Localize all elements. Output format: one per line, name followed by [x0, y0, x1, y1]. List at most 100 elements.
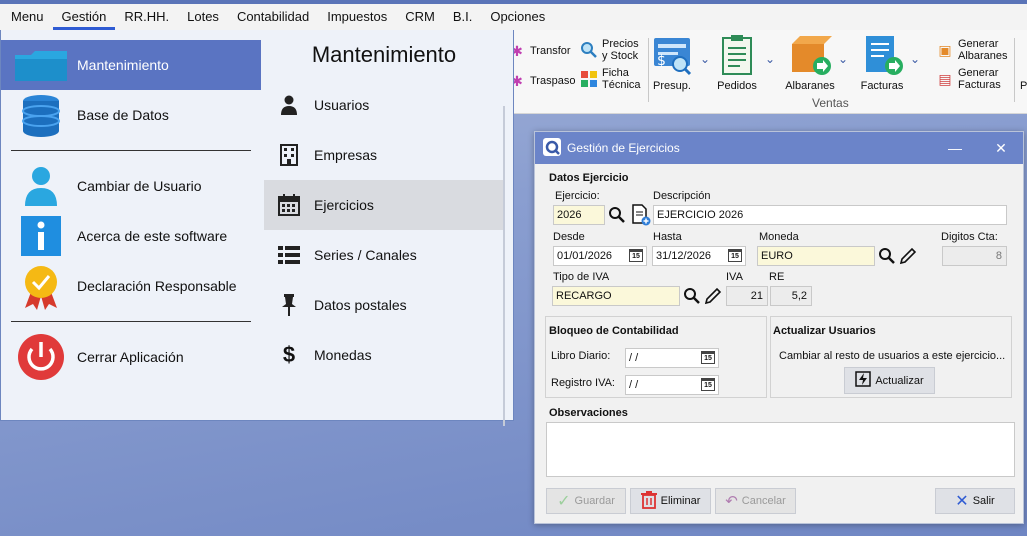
facturas-label: Facturas — [860, 80, 904, 92]
moneda-field[interactable]: EURO — [757, 246, 875, 266]
calendar-icon — [264, 194, 314, 216]
menu-item-cerrar[interactable]: Cerrar Aplicación — [1, 332, 261, 382]
ejercicio-field[interactable]: 2026 — [553, 205, 605, 225]
submenu-title: Mantenimiento — [311, 42, 457, 67]
submenu-item-monedas[interactable]: $ Monedas — [264, 330, 504, 380]
submenu-item-series[interactable]: Series / Canales — [264, 230, 504, 280]
search-icon[interactable] — [608, 206, 628, 226]
menu-lotes[interactable]: Lotes — [178, 4, 228, 30]
pedidos-button[interactable]: ⌄ Pedidos — [707, 34, 775, 92]
menu-item-declaracion[interactable]: Declaración Responsable — [1, 261, 261, 311]
submenu-item-ejercicios[interactable]: Ejercicios — [264, 180, 504, 230]
folder-icon — [13, 43, 69, 87]
albaranes-label: Albaranes — [785, 80, 835, 92]
menu-item-mantenimiento[interactable]: Mantenimiento — [1, 40, 261, 90]
search-icon[interactable] — [878, 247, 898, 267]
menu-bar: Menu Gestión RR.HH. Lotes Contabilidad I… — [0, 4, 1027, 30]
search-icon — [580, 41, 598, 59]
eliminar-button[interactable]: Eliminar — [630, 488, 711, 514]
submenu-item-label: Datos postales — [314, 297, 407, 313]
menu-item-cambiar-usuario[interactable]: Cambiar de Usuario — [1, 161, 261, 211]
menu-contabilidad[interactable]: Contabilidad — [228, 4, 318, 30]
menu-item-label: Mantenimiento — [77, 57, 169, 73]
search-icon[interactable] — [683, 287, 703, 307]
new-document-icon[interactable] — [631, 204, 651, 226]
calendar-picker-icon[interactable]: 15 — [701, 378, 715, 391]
datos-ejercicio-header: Datos Ejercicio — [549, 172, 629, 184]
menu-rrhh[interactable]: RR.HH. — [115, 4, 178, 30]
albaranes-button[interactable]: ⌄ Albaranes — [780, 34, 848, 92]
cancelar-label: Cancelar — [741, 495, 786, 507]
observaciones-textarea[interactable] — [546, 422, 1015, 477]
menu-impuestos[interactable]: Impuestos — [318, 4, 396, 30]
power-icon — [13, 334, 69, 380]
guardar-label: Guardar — [574, 495, 615, 507]
info-icon — [13, 214, 69, 258]
menu-gestion[interactable]: Gestión — [52, 4, 116, 30]
app-logo-icon — [543, 137, 561, 159]
presup-button[interactable]: $ ⌄ Presup. — [642, 34, 710, 92]
budget-icon: $ ⌄ — [650, 34, 710, 76]
facturas-button[interactable]: ⌄ Facturas — [852, 34, 920, 92]
submenu-item-label: Ejercicios — [314, 197, 374, 213]
actualizar-header: Actualizar Usuarios — [773, 325, 876, 337]
calendar-picker-icon[interactable]: 15 — [629, 249, 643, 262]
precios-stock-button[interactable]: Precios y Stock — [580, 38, 644, 62]
pencil-icon[interactable] — [704, 287, 724, 307]
guardar-button[interactable]: ✓ Guardar — [546, 488, 626, 514]
submenu-item-empresas[interactable]: Empresas — [264, 130, 504, 180]
minimize-icon[interactable]: — — [935, 136, 975, 160]
precios-label: Precios y Stock — [602, 38, 639, 62]
user-icon — [13, 164, 69, 208]
calendar-picker-icon[interactable]: 15 — [701, 351, 715, 364]
menu-opciones[interactable]: Opciones — [481, 4, 554, 30]
traspaso-button[interactable]: ✱ Traspaso — [508, 72, 575, 90]
menu-menu[interactable]: Menu — [2, 4, 53, 30]
menu-item-label: Cambiar de Usuario — [77, 178, 202, 194]
submenu-item-label: Empresas — [314, 147, 378, 163]
dialog-title-bar[interactable]: Gestión de Ejercicios — ✕ — [535, 132, 1023, 164]
pencil-icon[interactable] — [899, 247, 919, 267]
chevron-down-icon[interactable]: ⌄ — [910, 52, 920, 66]
re-field[interactable]: 5,2 — [770, 286, 812, 306]
traspaso-label: Traspaso — [530, 75, 576, 87]
menu-item-acerca-de[interactable]: Acerca de este software — [1, 211, 261, 261]
dialog-title: Gestión de Ejercicios — [567, 141, 680, 155]
generate-delivery-icon: ▣ — [938, 42, 952, 58]
digitos-field[interactable]: 8 — [942, 246, 1007, 266]
menu-crm[interactable]: CRM — [396, 4, 444, 30]
pedidos-label: Pedidos — [717, 80, 757, 92]
generar-albaranes-button[interactable]: ▣ Generar Albaranes — [936, 38, 1016, 62]
dialog-body: Datos Ejercicio Ejercicio: 2026 Descripc… — [535, 164, 1023, 523]
close-icon[interactable]: ✕ — [981, 136, 1021, 160]
tipo-iva-label: Tipo de IVA — [553, 271, 610, 283]
hasta-label: Hasta — [653, 231, 682, 243]
close-icon: ✕ — [955, 493, 969, 510]
ejercicio-label: Ejercicio: — [555, 190, 600, 202]
menu-item-base-de-datos[interactable]: Base de Datos — [1, 90, 261, 140]
observaciones-header: Observaciones — [549, 407, 628, 419]
iva-field[interactable]: 21 — [726, 286, 768, 306]
dollar-icon: $ — [282, 342, 296, 367]
menu-item-label: Acerca de este software — [77, 228, 228, 244]
ribbon-cut-item[interactable]: P — [1020, 80, 1027, 92]
submenu-item-label: Usuarios — [314, 97, 370, 113]
tipo-iva-field[interactable]: RECARGO — [552, 286, 680, 306]
cancelar-button[interactable]: ↶ Cancelar — [715, 488, 796, 514]
submenu-item-datos-postales[interactable]: Datos postales — [264, 280, 504, 330]
menu-bi[interactable]: B.I. — [444, 4, 482, 30]
menu-right-column: Mantenimiento Usuarios Empresas Ejercici… — [264, 30, 504, 380]
submenu-scrollbar[interactable] — [503, 106, 505, 426]
chevron-down-icon[interactable]: ⌄ — [838, 52, 848, 66]
grid-icon — [580, 70, 598, 88]
ficha-tecnica-button[interactable]: Ficha Técnica — [580, 67, 644, 91]
descripcion-field[interactable]: EJERCICIO 2026 — [653, 205, 1007, 225]
invoice-icon: ⌄ — [860, 34, 920, 76]
chevron-down-icon[interactable]: ⌄ — [765, 52, 775, 66]
submenu-item-usuarios[interactable]: Usuarios — [264, 80, 504, 130]
salir-button[interactable]: ✕ Salir — [935, 488, 1015, 514]
calendar-picker-icon[interactable]: 15 — [728, 249, 742, 262]
transfor-button[interactable]: ✱ Transfor — [508, 42, 570, 60]
generar-facturas-button[interactable]: ▤ Generar Facturas — [936, 67, 1016, 91]
actualizar-button[interactable]: Actualizar — [844, 367, 935, 394]
